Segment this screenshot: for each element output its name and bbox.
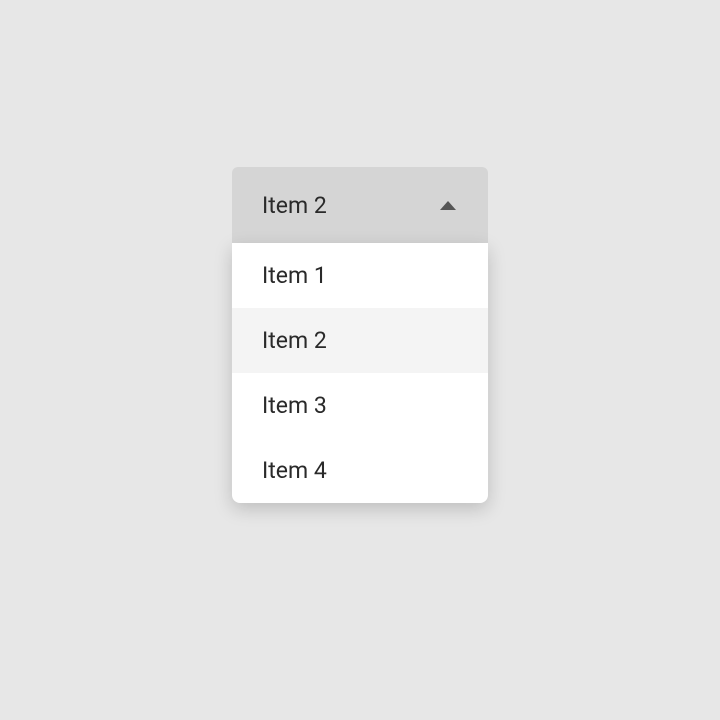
dropdown: Item 2 Item 1 Item 2 Item 3 Item 4 [232, 167, 488, 503]
dropdown-selected-label: Item 2 [262, 192, 327, 219]
dropdown-option-1[interactable]: Item 1 [232, 243, 488, 308]
dropdown-option-label: Item 4 [262, 457, 327, 484]
dropdown-trigger[interactable]: Item 2 [232, 167, 488, 243]
chevron-up-icon [440, 201, 456, 210]
dropdown-option-label: Item 2 [262, 327, 327, 354]
dropdown-option-2[interactable]: Item 2 [232, 308, 488, 373]
dropdown-menu: Item 1 Item 2 Item 3 Item 4 [232, 243, 488, 503]
dropdown-option-4[interactable]: Item 4 [232, 438, 488, 503]
dropdown-option-label: Item 1 [262, 262, 327, 289]
dropdown-option-3[interactable]: Item 3 [232, 373, 488, 438]
dropdown-option-label: Item 3 [262, 392, 327, 419]
